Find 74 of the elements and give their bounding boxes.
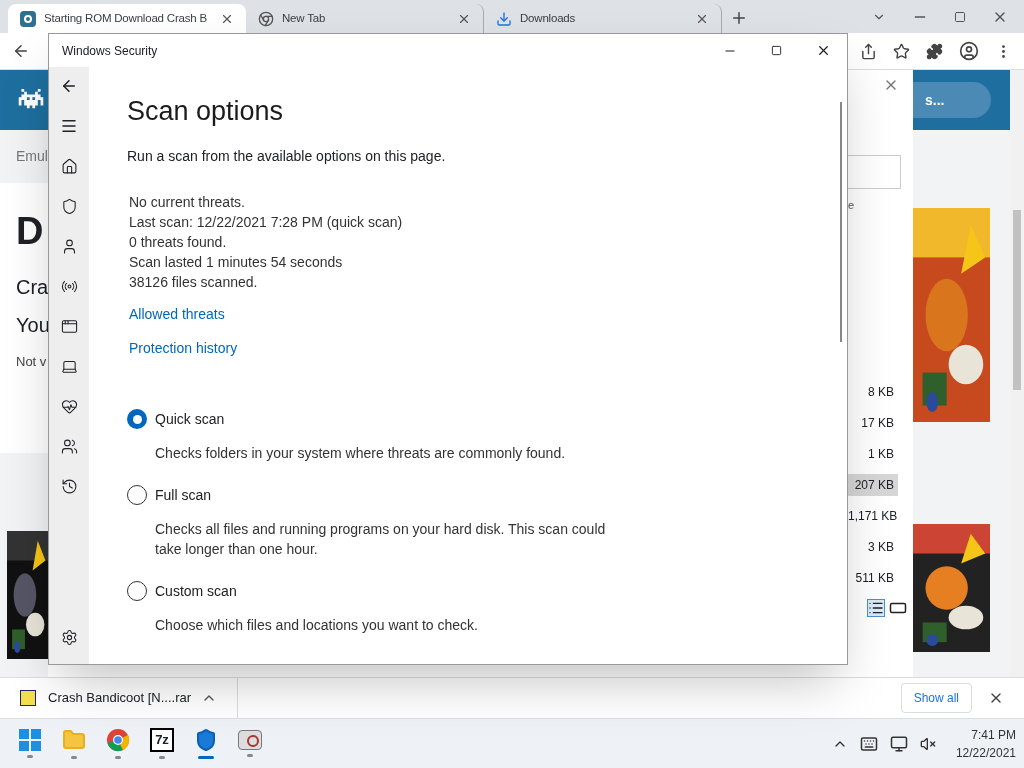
sevenzip-logo[interactable]: 7z	[150, 728, 174, 752]
file-size: 1 KB	[867, 446, 895, 463]
option-label[interactable]: Full scan	[155, 484, 212, 506]
show-all-button[interactable]: Show all	[900, 683, 972, 713]
extensions-icon[interactable]	[926, 42, 943, 60]
laptop-icon[interactable]	[60, 358, 78, 375]
search-button[interactable]: s...	[913, 82, 991, 118]
site-logo-icon	[20, 10, 36, 27]
tab-title: Starting ROM Download Crash B	[44, 10, 208, 26]
chrome-icon[interactable]	[106, 728, 130, 752]
link[interactable]: Protection history	[129, 337, 238, 359]
back-icon[interactable]	[60, 77, 78, 95]
settings-icon[interactable]	[60, 629, 78, 646]
share-icon[interactable]	[860, 42, 877, 60]
radio-button[interactable]	[127, 409, 147, 429]
radio-button[interactable]	[127, 485, 147, 505]
new-tab-icon[interactable]	[730, 9, 748, 27]
scrollbar-thumb[interactable]	[840, 102, 842, 342]
option-label[interactable]: Custom scan	[155, 580, 237, 602]
close-icon[interactable]	[816, 43, 831, 58]
maximize-icon[interactable]	[771, 45, 782, 56]
antenna-icon[interactable]	[60, 278, 78, 295]
file-size: 8 KB	[867, 384, 895, 401]
breadcrumb[interactable]: Emul	[0, 130, 48, 167]
history-icon[interactable]	[60, 478, 78, 495]
window-title: Windows Security	[62, 42, 159, 60]
status-line: Last scan: 12/22/2021 7:28 PM (quick scan)	[129, 212, 404, 232]
radio-button[interactable]	[127, 581, 147, 601]
muted-speaker-icon[interactable]	[919, 735, 936, 752]
app-window-icon[interactable]	[60, 318, 78, 335]
list-view-icon[interactable]	[867, 599, 885, 617]
scrollbar-thumb[interactable]	[1013, 210, 1021, 390]
family-icon[interactable]	[60, 438, 78, 455]
restore-icon[interactable]	[954, 11, 966, 23]
file-size: 17 KB	[860, 415, 895, 432]
page-text: You	[16, 313, 48, 338]
page-heading: D	[16, 209, 45, 254]
clock-time[interactable]: 7:41 PM	[971, 725, 1016, 744]
browser-tab[interactable]: Starting ROM Download Crash B	[8, 4, 246, 33]
keyboard-icon[interactable]	[859, 734, 878, 753]
page-text: Cra	[16, 275, 48, 300]
page-heading: Scan options	[127, 95, 285, 128]
option-description: Checks folders in your system where threats are commonly found.	[155, 443, 567, 463]
tab-title: New Tab	[282, 10, 327, 26]
status-line: No current threats.	[129, 192, 246, 212]
profile-icon[interactable]	[959, 41, 979, 61]
chrome-icon	[258, 10, 274, 27]
option-description: Choose which files and locations you want to check.	[155, 615, 479, 635]
page-subtitle: Run a scan from the available options on this page.	[127, 146, 447, 166]
menu-icon[interactable]	[60, 117, 78, 135]
link[interactable]: Allowed threats	[129, 303, 225, 325]
file-size: 3 KB	[867, 539, 895, 556]
tab-title: Downloads	[520, 10, 577, 26]
rar-file-icon	[20, 690, 36, 706]
home-icon[interactable]	[60, 158, 78, 175]
download-icon	[496, 10, 512, 27]
heart-pulse-icon[interactable]	[60, 398, 78, 415]
option-label[interactable]: Quick scan	[155, 408, 225, 430]
page-note: Not v	[16, 353, 48, 371]
shield-icon[interactable]	[60, 198, 78, 215]
status-line: 38126 files scanned.	[129, 272, 259, 292]
fragment-text: e	[848, 198, 856, 213]
bookmark-star-icon[interactable]	[893, 42, 910, 60]
status-line: 0 threats found.	[129, 232, 228, 252]
download-file-name[interactable]: Crash Bandicoot [N....rar	[48, 688, 193, 708]
back-icon[interactable]	[12, 42, 30, 60]
file-size: 511 KB	[854, 570, 895, 587]
option-description: Checks all files and running programs on your hard disk. This scan could take longer than one hour.	[155, 519, 607, 559]
status-line: Scan lasted 1 minutes 54 seconds	[129, 252, 344, 272]
windows-logo-icon[interactable]	[19, 729, 41, 751]
file-size: 1,171 KB	[848, 508, 898, 525]
shield-icon[interactable]	[194, 728, 218, 752]
file-size: 207 KB	[848, 474, 898, 496]
clock-date[interactable]: 12/22/2021	[955, 743, 1016, 762]
